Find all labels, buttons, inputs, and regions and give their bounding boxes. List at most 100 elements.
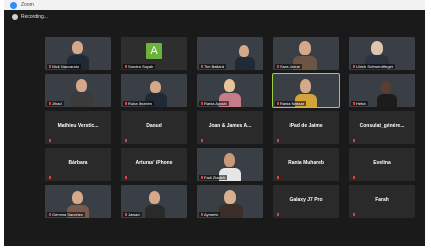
participant-tile[interactable]: Joan & James A...: [197, 111, 263, 144]
mic-muted-icon: [201, 65, 203, 69]
zoom-app-icon: [10, 1, 17, 9]
participant-display-name: iPad de Jaime: [289, 123, 323, 129]
participant-tile[interactable]: Tim Ballard: [197, 37, 263, 70]
participant-tile[interactable]: Arturas' iPhone: [121, 148, 187, 181]
participant-display-name: Farah: [375, 197, 389, 203]
participant-name-label: Ulrich Schwerdtfeger: [351, 64, 396, 69]
participant-tile[interactable]: Consulat_génére...: [349, 111, 415, 144]
mic-muted-icon: [277, 213, 279, 217]
mic-muted-icon: [353, 176, 355, 180]
participant-video: [145, 205, 165, 218]
mic-muted-icon: [125, 102, 127, 106]
participant-video: [71, 92, 93, 107]
participant-name-label: Fadi Ziadeh: [199, 175, 228, 180]
recording-icon: [12, 14, 18, 20]
mic-status: [275, 212, 282, 217]
mic-muted-icon: [49, 139, 51, 143]
mic-status: [275, 138, 282, 143]
participant-name-label: Rania Nassar: [275, 101, 307, 106]
mic-muted-icon: [353, 213, 355, 217]
participant-display-name: Arturas' iPhone: [135, 160, 173, 166]
participant-video: [219, 204, 243, 218]
participant-tile[interactable]: iPad de Jaime: [273, 111, 339, 144]
participant-name-label: Sara Jarrar: [275, 64, 303, 69]
mic-muted-icon: [201, 176, 203, 180]
participant-tile[interactable]: Heba: [349, 74, 415, 107]
participant-tile[interactable]: Evelina: [349, 148, 415, 181]
participant-name-label: Jihad: [47, 101, 64, 106]
mic-muted-icon: [125, 213, 127, 217]
participant-video: [235, 57, 255, 70]
mic-muted-icon: [49, 102, 51, 106]
participant-face: [149, 191, 160, 204]
recording-label: Recording...: [21, 14, 48, 20]
participant-tile[interactable]: Fadi Ziadeh: [197, 148, 263, 181]
mic-muted-icon: [125, 65, 127, 69]
mic-status: [123, 175, 130, 180]
participant-face: [300, 79, 311, 93]
participant-tile[interactable]: Jihad: [45, 74, 111, 107]
participant-name-label: Heba: [351, 101, 368, 106]
recording-indicator[interactable]: Recording...: [12, 14, 48, 20]
participant-face: [72, 191, 83, 204]
participant-video: [377, 94, 397, 107]
mic-muted-icon: [277, 176, 279, 180]
participant-name-label: Aymeric: [199, 212, 221, 217]
participant-face: [381, 81, 391, 93]
participant-tile[interactable]: Rania Muhareb: [273, 148, 339, 181]
participant-tile[interactable]: Rania Ayoub: [197, 74, 263, 107]
participant-display-name: Bárbara: [68, 160, 88, 166]
participant-name-label: Sandra Sayah: [123, 64, 156, 69]
gallery-view-grid: Nick Naccarato A Sandra Sayah Tim Ballar…: [45, 37, 415, 219]
participant-face: [299, 41, 311, 55]
participant-tile[interactable]: Farah: [349, 185, 415, 218]
mic-muted-icon: [201, 102, 203, 106]
mic-status: [351, 212, 358, 217]
title-bar: Zoom: [4, 0, 425, 10]
participant-display-name: Consulat_génére...: [359, 123, 405, 129]
mic-muted-icon: [125, 176, 127, 180]
participant-tile[interactable]: A Sandra Sayah: [121, 37, 187, 70]
mic-status: [351, 175, 358, 180]
participant-tile[interactable]: Sara Jarrar: [273, 37, 339, 70]
participant-name-label: Tim Ballard: [199, 64, 227, 69]
mic-status: [199, 138, 206, 143]
participant-tile-active-speaker[interactable]: Rania Nassar: [272, 73, 340, 108]
participant-display-name: Rania Muhareb: [288, 160, 324, 166]
participant-display-name: Galaxy J7 Pro: [289, 197, 323, 203]
participant-face: [371, 41, 383, 55]
mic-status: [47, 175, 54, 180]
participant-tile[interactable]: Aymeric: [197, 185, 263, 218]
participant-tile[interactable]: Jawad: [121, 185, 187, 218]
participant-display-name: Joan & James A...: [208, 123, 252, 129]
participant-tile[interactable]: Gemma Sanchez: [45, 185, 111, 218]
participant-display-name: Evelina: [373, 160, 391, 166]
participant-tile[interactable]: Ruba Ibrahim: [121, 74, 187, 107]
mic-muted-icon: [201, 213, 203, 217]
mic-muted-icon: [353, 65, 355, 69]
participant-tile[interactable]: Daoud: [121, 111, 187, 144]
participant-tile[interactable]: Galaxy J7 Pro: [273, 185, 339, 218]
mic-status: [47, 138, 54, 143]
mic-muted-icon: [353, 139, 355, 143]
mic-muted-icon: [277, 102, 279, 106]
avatar: A: [146, 43, 162, 59]
participant-face: [224, 153, 235, 167]
participant-face: [224, 190, 236, 204]
participant-face: [224, 79, 235, 92]
mic-muted-icon: [353, 102, 355, 106]
mic-muted-icon: [49, 213, 51, 217]
participant-name-label: Nick Naccarato: [47, 64, 82, 69]
mic-muted-icon: [277, 65, 279, 69]
window-title: Zoom: [21, 2, 34, 8]
participant-face: [239, 45, 249, 57]
participant-tile[interactable]: Bárbara: [45, 148, 111, 181]
participant-tile[interactable]: Ulrich Schwerdtfeger: [349, 37, 415, 70]
mic-muted-icon: [125, 139, 127, 143]
participant-display-name: Daoud: [146, 123, 162, 129]
mic-status: [123, 138, 130, 143]
mic-muted-icon: [49, 176, 51, 180]
participant-name-label: Rania Ayoub: [199, 101, 229, 106]
participant-tile[interactable]: Nick Naccarato: [45, 37, 111, 70]
participant-tile[interactable]: Mathieu Verstic...: [45, 111, 111, 144]
